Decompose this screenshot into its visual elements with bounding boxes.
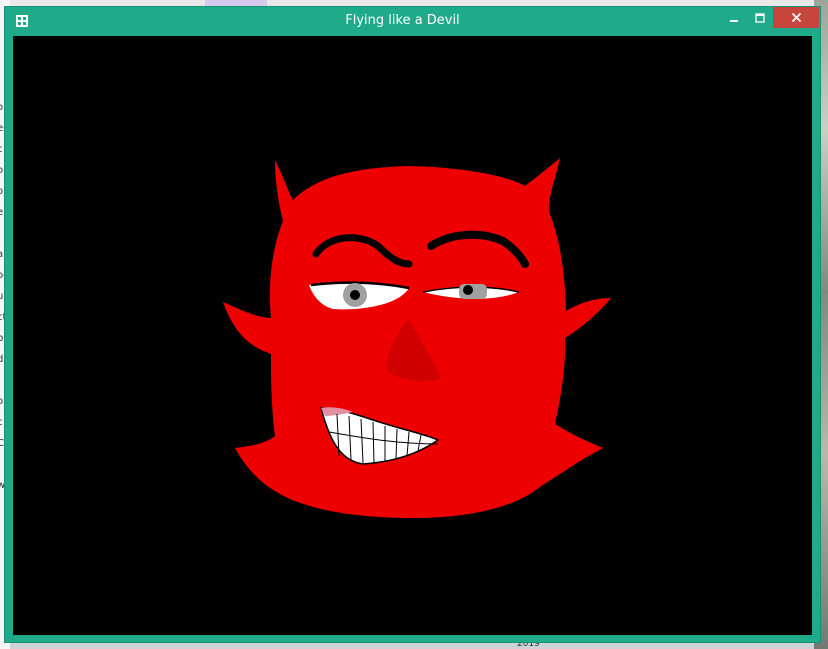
desktop-text-fragment: d [0,354,4,365]
desktop-text-fragment: b [0,333,4,344]
right-iris [459,284,487,299]
minimize-icon [730,19,738,22]
desktop-text-fragment: c [0,144,3,155]
desktop-text-fragment: c [0,417,3,428]
close-icon [791,12,801,23]
devil-face-drawing [223,158,611,518]
window-title: Flying like a Devil [345,13,460,28]
close-button[interactable] [773,7,819,28]
minimize-button[interactable] [721,7,747,28]
window-titlebar[interactable]: Flying like a Devil [5,7,820,36]
maximize-icon [755,12,765,23]
right-pupil [463,285,473,295]
game-canvas[interactable] [13,36,812,635]
app-window: Flying like a Devil [4,6,821,643]
left-pupil [350,290,360,300]
maximize-button[interactable] [747,7,773,28]
desktop-text-fragment: o [0,165,4,176]
desktop-text-fragment: e [0,207,4,218]
